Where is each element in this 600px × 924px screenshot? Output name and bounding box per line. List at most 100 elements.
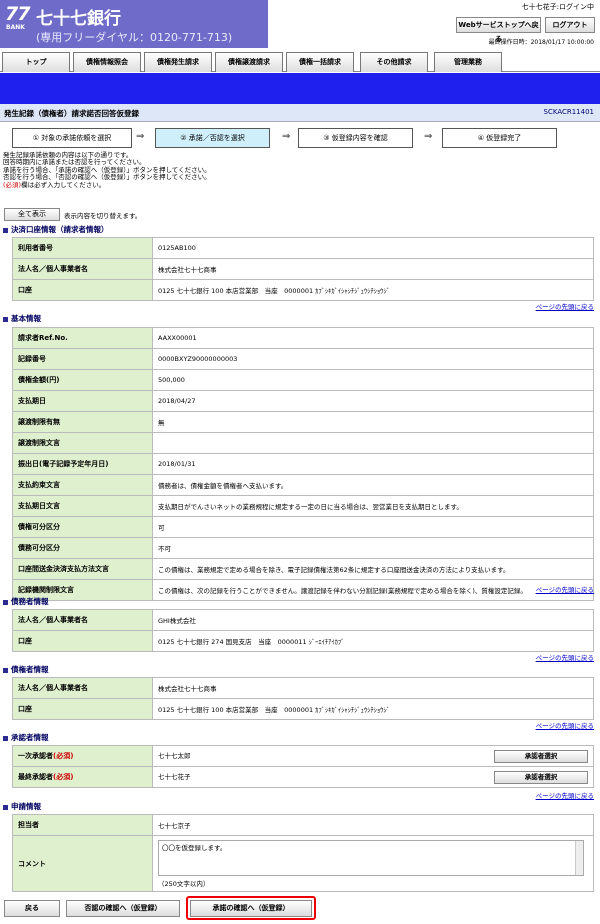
first-approver-select-button[interactable]: 承認者選択 — [494, 749, 588, 763]
step-arrow-3: ⇒ — [424, 131, 433, 142]
section-apply-title: 申請情報 — [3, 801, 41, 812]
required-note-text: 欄は必ず入力してください。 — [21, 180, 106, 189]
row-label: 債権可分区分 — [12, 516, 153, 538]
row-value: この債権は、業務規定で定める場合を除き、電子記録債権法第62条に規定する口座間送… — [152, 558, 594, 580]
deny-confirm-button[interactable]: 否認の確認へ（仮登録） — [66, 900, 180, 917]
row-value: 無 — [152, 411, 594, 433]
back-to-top-link[interactable]: ページの先頭に戻る — [536, 301, 594, 311]
table-row: 記録機関制限文言 この債権は、次の記録を行うことができません。譲渡記録を伴わない分… — [12, 579, 594, 601]
bank-logo-area: 77 BANK 七十七銀行 (専用フリーダイヤル：0120-771-713) — [0, 0, 268, 48]
table-row: コメント 〇〇を仮登録します。 （250文字以内） — [12, 835, 594, 892]
tab-admin[interactable]: 管理業務 — [434, 52, 502, 72]
creditor-table: 法人名／個人事業者名 株式会社七十七商事 口座 0125 七十七銀行 100 本店営業… — [12, 677, 594, 720]
back-to-top-link[interactable]: ページの先頭に戻る — [536, 790, 594, 800]
row-label: 口座 — [12, 630, 153, 652]
table-row: 譲渡制限有無無 — [12, 411, 594, 433]
person-label: 担当者 — [12, 814, 153, 836]
table-row: 債権金額(円) 500,000 — [12, 369, 594, 391]
row-label: 記録番号 — [12, 348, 153, 370]
comment-textarea[interactable]: 〇〇を仮登録します。 — [158, 839, 584, 876]
table-row: 利用者番号 0125AB100 — [12, 237, 594, 259]
instructions: 発生記録承諾依頼の内容は以下の通りです。 回答時期内に承諾または否認を行ってくだ… — [3, 151, 211, 189]
row-value: 株式会社七十七商事 — [152, 258, 594, 280]
required-tag: (必須) — [53, 773, 74, 781]
comment-scrollbar[interactable] — [575, 840, 583, 875]
first-approver-label: 一次承認者(必須) — [12, 745, 153, 767]
row-label: 支払期日文言 — [12, 495, 153, 517]
comment-label: コメント — [12, 835, 153, 892]
back-to-top-link[interactable]: ページの先頭に戻る — [536, 720, 594, 730]
tab-claim-inquiry[interactable]: 債権情報照会 — [73, 52, 141, 72]
row-value: 0125 七十七銀行 100 本店営業部 当座 0000001 ｶﾌﾞｼｷｶﾞｲ… — [152, 698, 594, 720]
table-row: 債務可分区分 不可 — [12, 537, 594, 559]
back-button[interactable]: 戻る — [4, 900, 60, 917]
label-text: 最終承認者 — [18, 773, 53, 781]
back-to-top-link[interactable]: ページの先頭に戻る — [536, 652, 594, 662]
row-value: 0125AB100 — [152, 237, 594, 259]
table-row: 支払期日文言 支払期日がでんさいネットの業務規程に規定する一定の日に当る場合は、翌… — [12, 495, 594, 517]
table-row: 支払約束文言 債務者は、債権金額を債権者へ支払います。 — [12, 474, 594, 496]
submenu-bar — [0, 73, 600, 104]
row-value: AAXX00001 — [152, 327, 594, 349]
row-label: 口座 — [12, 698, 153, 720]
required-tag: (必須) — [53, 752, 74, 760]
table-row: 法人名／個人事業者名 株式会社七十七商事 — [12, 677, 594, 699]
comment-text: 〇〇を仮登録します。 — [162, 843, 227, 852]
section-approver-title: 承認者情報 — [3, 732, 49, 743]
back-to-top-link[interactable]: ページの先頭に戻る — [536, 584, 594, 594]
table-row: 法人名／個人事業者名 GHI株式会社 — [12, 609, 594, 631]
label-text: 一次承認者 — [18, 752, 53, 760]
table-row: 最終承認者(必須) 七十七花子 承認者選択 — [12, 766, 594, 788]
section-creditor-title: 債権者情報 — [3, 664, 49, 675]
tab-claim-transfer[interactable]: 債権譲渡請求 — [215, 52, 283, 72]
table-row: 振出日(電子記録予定年月日) 2018/01/31 — [12, 453, 594, 475]
highlight-box — [186, 896, 316, 920]
login-status: 七十七花子:ログイン中 — [521, 3, 594, 11]
row-value: GHI株式会社 — [152, 609, 594, 631]
last-operation-time: 最終操作日時：2018/01/17 10:00:00 — [488, 39, 594, 46]
row-label: 口座 — [12, 279, 153, 301]
table-row: 支払期日 2018/04/27 — [12, 390, 594, 412]
freedial-number: (専用フリーダイヤル：0120-771-713) — [36, 31, 233, 44]
row-value: 株式会社七十七商事 — [152, 677, 594, 699]
row-label: 法人名／個人事業者名 — [12, 609, 153, 631]
logout-button[interactable]: ログアウト — [545, 17, 595, 33]
row-value: 2018/04/27 — [152, 390, 594, 412]
row-label: 譲渡制限有無 — [12, 411, 153, 433]
row-label: 法人名／個人事業者名 — [12, 258, 153, 280]
title-bar: 発生記録（債権者）請求諾否回答仮登録 SCKACR11401 — [0, 104, 600, 122]
row-value: 債務者は、債権金額を債権者へ支払います。 — [152, 474, 594, 496]
table-row: 請求者Ref.No. AAXX00001 — [12, 327, 594, 349]
row-label: 口座間送金決済支払方法文言 — [12, 558, 153, 580]
section-basic-title: 基本情報 — [3, 313, 41, 324]
web-service-top-button[interactable]: Webサービストップへ戻る — [456, 17, 541, 43]
table-row: 法人名／個人事業者名 株式会社七十七商事 — [12, 258, 594, 280]
final-approver-select-button[interactable]: 承認者選択 — [494, 770, 588, 784]
final-approver-value: 七十七花子 — [158, 772, 191, 781]
tab-top[interactable]: トップ — [2, 52, 70, 72]
row-label: 支払期日 — [12, 390, 153, 412]
tab-bulk-request[interactable]: 債権一括請求 — [286, 52, 354, 72]
table-row: 口座 0125 七十七銀行 274 国見支店 当座 0000011 ｼﾞｰｴｲﾁｱ… — [12, 630, 594, 652]
step-arrow-2: ⇒ — [282, 131, 291, 142]
step-2-current: ② 承諾／否認を選択 — [155, 128, 270, 148]
row-value: 可 — [152, 516, 594, 538]
bank-logo-sub: BANK — [6, 24, 25, 31]
row-value: 500,000 — [152, 369, 594, 391]
row-label: 利用者番号 — [12, 237, 153, 259]
section-settlement-title: 決済口座情報（請求者情報） — [3, 224, 109, 235]
tab-claim-issue[interactable]: 債権発生請求 — [144, 52, 212, 72]
row-label: 債務可分区分 — [12, 537, 153, 559]
page-title: 発生記録（債権者）請求諾否回答仮登録 — [4, 109, 139, 118]
basic-info-table: 請求者Ref.No. AAXX00001 記録番号 0000BXYZ900000000… — [12, 327, 594, 601]
row-value: 不可 — [152, 537, 594, 559]
apply-table: 担当者 七十七京子 コメント 〇〇を仮登録します。 （250文字以内） — [12, 814, 594, 892]
row-label: 法人名／個人事業者名 — [12, 677, 153, 699]
first-approver-value: 七十七太郎 — [158, 751, 191, 760]
table-row: 記録番号 0000BXYZ90000000003 — [12, 348, 594, 370]
comment-limit: （250文字以内） — [158, 879, 210, 888]
table-row: 口座 0125 七十七銀行 100 本店営業部 当座 0000001 ｶﾌﾞｼｷｶ… — [12, 279, 594, 301]
first-approver-cell: 七十七太郎 承認者選択 — [152, 745, 594, 767]
show-all-button[interactable]: 全て表示 — [4, 208, 60, 221]
tab-other-request[interactable]: その他請求 — [360, 52, 428, 72]
